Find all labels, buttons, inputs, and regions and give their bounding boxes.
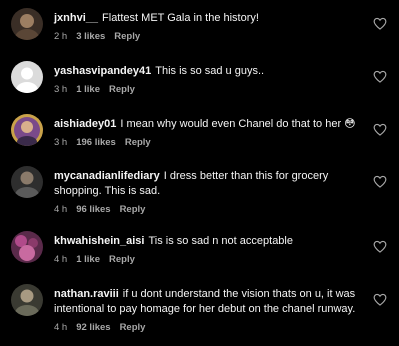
reply-button[interactable]: Reply (109, 84, 135, 95)
comment-time: 4 h (54, 204, 68, 215)
heart-outline-icon[interactable] (373, 123, 387, 136)
comment-text: This is so sad u guys.. (155, 65, 265, 77)
comment-time: 3 h (54, 84, 68, 95)
avatar[interactable] (11, 8, 43, 40)
comment-meta: 4 h 96 likes Reply (54, 204, 359, 215)
avatar[interactable] (11, 114, 43, 146)
comment-username[interactable]: khwahishein_aisi (54, 235, 144, 247)
avatar-image (11, 166, 43, 198)
comment-username[interactable]: nathan.raviii (54, 288, 119, 300)
avatar[interactable] (11, 231, 43, 263)
comment-likes[interactable]: 96 likes (76, 204, 110, 215)
comment-text-block: mycanadianlifediary I dress better than t… (54, 169, 359, 199)
reply-button[interactable]: Reply (114, 31, 140, 42)
heart-outline-icon[interactable] (373, 175, 387, 188)
comment-time: 4 h (54, 322, 68, 333)
reply-button[interactable]: Reply (120, 322, 146, 333)
comment-meta: 3 h 196 likes Reply (54, 137, 359, 148)
avatar-image (11, 114, 43, 146)
comment-likes[interactable]: 1 like (76, 84, 100, 95)
avatar[interactable] (11, 61, 43, 93)
reply-button[interactable]: Reply (120, 204, 146, 215)
comment-likes[interactable]: 3 likes (76, 31, 105, 42)
reply-button[interactable]: Reply (125, 137, 151, 148)
comment-meta: 3 h 1 like Reply (54, 84, 359, 95)
comment-text-block: nathan.raviii if u dont understand the vi… (54, 287, 359, 317)
comment-meta: 4 h 92 likes Reply (54, 322, 359, 333)
comment-time: 4 h (54, 254, 68, 265)
comment-text: Tis is so sad n not acceptable (148, 235, 293, 247)
comment-text-block: aishiadey01 I mean why would even Chanel … (54, 117, 359, 132)
avatar-image (11, 231, 43, 263)
avatar-image (11, 61, 43, 93)
avatar-image (11, 284, 43, 316)
comment-username[interactable]: jxnhvi__ (54, 12, 98, 24)
heart-outline-icon[interactable] (373, 17, 387, 30)
comment-likes[interactable]: 196 likes (76, 137, 116, 148)
avatar-image (11, 8, 43, 40)
avatar[interactable] (11, 166, 43, 198)
comment-username[interactable]: yashasvipandey41 (54, 65, 151, 77)
reply-button[interactable]: Reply (109, 254, 135, 265)
avatar[interactable] (11, 284, 43, 316)
comment-meta: 2 h 3 likes Reply (54, 31, 359, 42)
comment-text: I mean why would even Chanel do that to … (120, 118, 356, 130)
comment-text-block: yashasvipandey41 This is so sad u guys.. (54, 64, 359, 79)
heart-outline-icon[interactable] (373, 240, 387, 253)
comment-time: 3 h (54, 137, 68, 148)
comment-text-block: jxnhvi__ Flattest MET Gala in the history… (54, 11, 359, 26)
heart-outline-icon[interactable] (373, 293, 387, 306)
heart-outline-icon[interactable] (373, 70, 387, 83)
comment-likes[interactable]: 1 like (76, 254, 100, 265)
comment-meta: 4 h 1 like Reply (54, 254, 359, 265)
comment-username[interactable]: mycanadianlifediary (54, 170, 160, 182)
comment-username[interactable]: aishiadey01 (54, 118, 116, 130)
comment-text: Flattest MET Gala in the history! (102, 12, 259, 24)
comment-likes[interactable]: 92 likes (76, 322, 110, 333)
comment-time: 2 h (54, 31, 68, 42)
comment-text-block: khwahishein_aisi Tis is so sad n not acce… (54, 234, 359, 249)
comments-list: jxnhvi__ Flattest MET Gala in the history… (0, 0, 399, 346)
